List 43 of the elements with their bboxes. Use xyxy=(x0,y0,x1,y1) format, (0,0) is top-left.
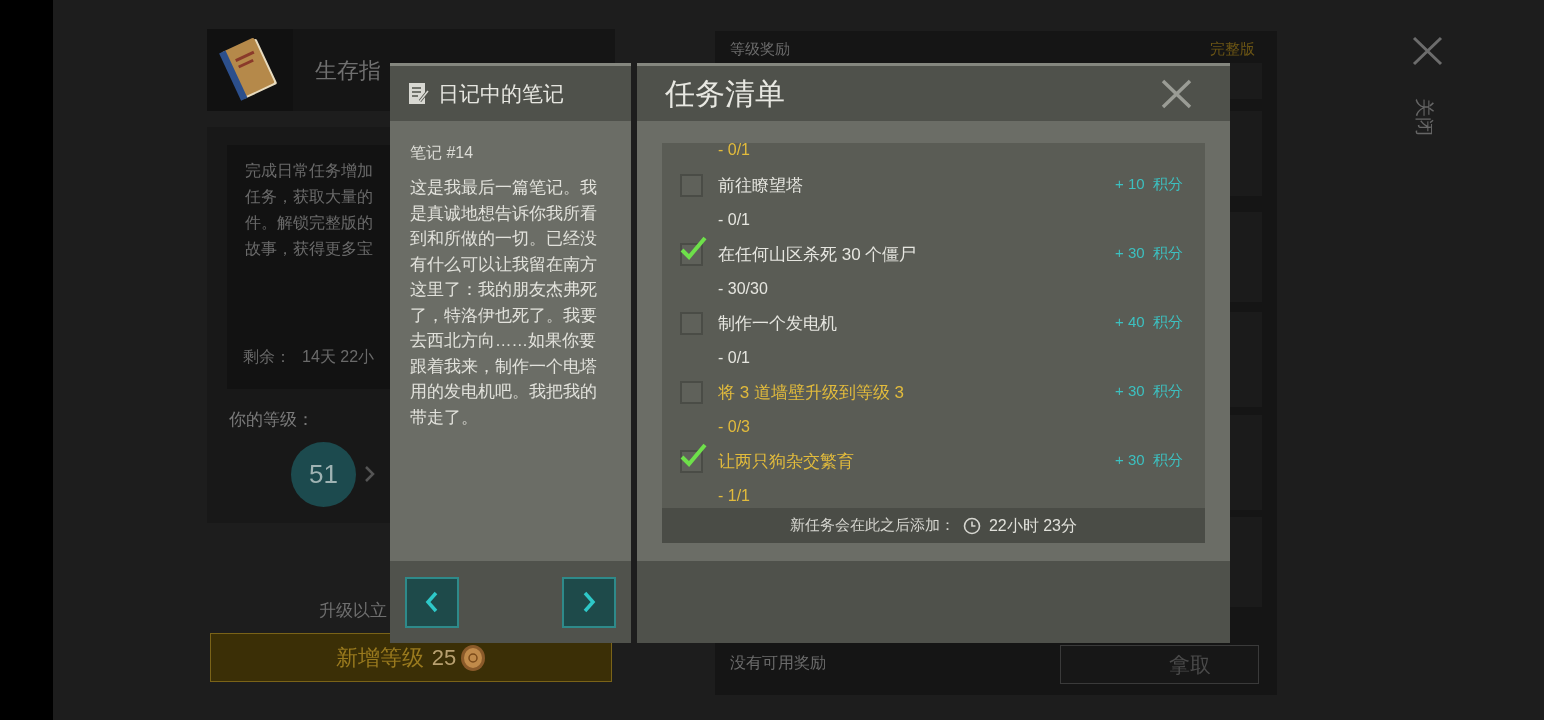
upgrade-hint: 升级以立 xyxy=(319,600,387,622)
checkmark-icon xyxy=(679,442,707,468)
task-title: 将 3 道墙壁升级到等级 3 xyxy=(718,381,906,404)
clock-icon xyxy=(962,516,981,535)
note-icon xyxy=(408,81,430,106)
points-reward: + 30 积分 xyxy=(1115,243,1183,263)
note-text: 这是我最后一篇笔记。我是真诚地想告诉你我所看到和所做的一切。已经没有什么可以让我留在南方这里了：我的朋友杰弗死了，特洛伊也死了。我要去西北方向……如果你要跟着我来，制作一个电塔用的发电机吧。我把我的带走了。 xyxy=(410,177,598,428)
close-icon[interactable] xyxy=(1161,78,1192,109)
level-label: 你的等级： xyxy=(229,409,314,431)
new-tasks-label: 新任务会在此之后添加： xyxy=(789,515,955,536)
points-reward: + 30 积分 xyxy=(1115,450,1183,470)
chevron-right-icon xyxy=(364,465,376,483)
note-number: 笔记 #14 xyxy=(410,143,475,163)
remaining-label: 剩余： xyxy=(243,347,291,367)
description-line: 件。解锁完整版的 xyxy=(245,213,373,233)
description-line: 任务，获取大量的 xyxy=(245,187,373,207)
task-title: 在任何山区杀死 30 个僵尸 xyxy=(718,243,918,266)
task-progress: - 0/1 xyxy=(717,143,751,160)
points-reward: + 30 积分 xyxy=(1115,381,1183,401)
task-title: 前往瞭望塔 xyxy=(718,174,804,197)
remaining-time: 14天 22小 xyxy=(302,347,375,367)
checkmark-icon xyxy=(679,235,707,261)
panel-title: 任务清单 xyxy=(665,76,785,112)
panel-title: 日记中的笔记 xyxy=(438,80,564,107)
rewards-title: 等级奖励 xyxy=(730,39,790,59)
points-reward: + 40 积分 xyxy=(1115,312,1183,332)
description-line: 完成日常任务增加 xyxy=(245,161,373,181)
guide-title: 生存指 xyxy=(315,56,381,85)
no-rewards-text: 没有可用奖励 xyxy=(730,653,826,673)
close-label[interactable]: 关闭 xyxy=(1409,98,1439,137)
new-tasks-time: 22小时 23分 xyxy=(988,515,1077,536)
full-version-label: 完整版 xyxy=(1210,39,1255,59)
description-line: 故事，获得更多宝 xyxy=(245,239,373,259)
points-reward: + 10 积分 xyxy=(1115,174,1183,194)
task-title: 让两只狗杂交繁育 xyxy=(718,450,855,473)
reward-row xyxy=(1228,63,1262,99)
close-icon[interactable] xyxy=(1412,36,1443,66)
chevron-right-icon xyxy=(582,590,596,614)
previous-button[interactable] xyxy=(405,576,459,628)
chevron-left-icon xyxy=(425,590,439,614)
coin-icon xyxy=(460,643,487,672)
task-title: 制作一个发电机 xyxy=(718,312,838,335)
next-button[interactable] xyxy=(562,576,616,628)
